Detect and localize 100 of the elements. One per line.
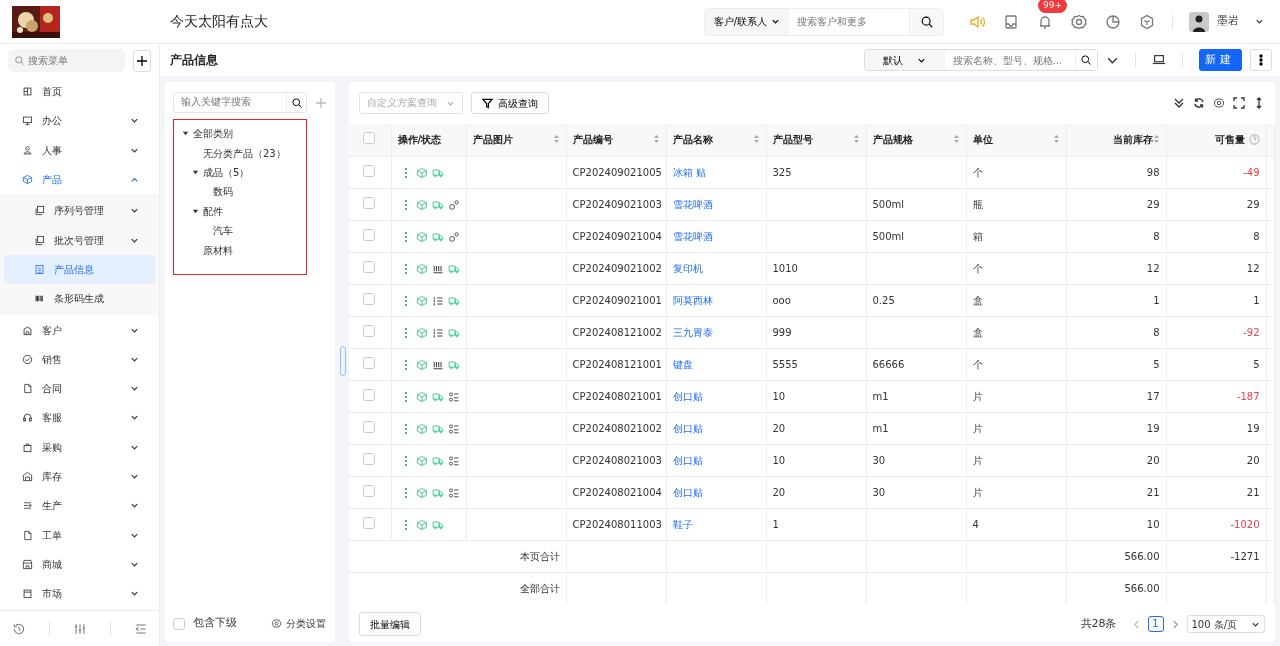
column-header[interactable]: 当前库存: [1066, 124, 1166, 156]
more-icon[interactable]: [403, 262, 408, 275]
menu-search-field[interactable]: 搜索菜单: [8, 49, 125, 72]
tree-node[interactable]: 数码: [174, 182, 306, 202]
menu-item[interactable]: 采购: [4, 432, 155, 462]
sort-icon[interactable]: [552, 134, 560, 145]
user-menu[interactable]: 墨岩: [1189, 11, 1264, 32]
product-link[interactable]: 创口贴: [672, 390, 703, 402]
row-checkbox[interactable]: [363, 196, 376, 209]
more-icon[interactable]: [403, 390, 408, 403]
menu-item[interactable]: 批次号管理: [4, 225, 155, 255]
sort-icon[interactable]: [852, 134, 860, 145]
sliders-icon[interactable]: [72, 621, 87, 636]
inbox-icon[interactable]: [1002, 12, 1020, 31]
prev-icon[interactable]: [1132, 619, 1140, 629]
product-link[interactable]: 雪花啤酒: [672, 198, 713, 210]
product-link[interactable]: 冰箱 贴: [672, 166, 706, 178]
menu-item[interactable]: 市场: [4, 579, 155, 609]
checkbox[interactable]: [173, 617, 185, 630]
menu-item[interactable]: 销售: [4, 344, 155, 374]
sort-icon[interactable]: [1052, 134, 1060, 145]
product-link[interactable]: 雪花啤酒: [672, 230, 713, 242]
hexagon-icon[interactable]: [1138, 12, 1156, 31]
row-checkbox[interactable]: [363, 420, 376, 433]
tree-node[interactable]: 成品（5）: [174, 162, 306, 183]
view-dropdown[interactable]: 默认: [864, 50, 945, 70]
settings-icon[interactable]: [1070, 12, 1088, 31]
help-icon[interactable]: [1248, 134, 1260, 146]
sort-icon[interactable]: [652, 134, 660, 145]
category-search-bar[interactable]: 输入关键字搜索: [173, 92, 308, 113]
add-button[interactable]: [133, 49, 151, 72]
menu-item[interactable]: 客服: [4, 403, 155, 433]
product-search-bar[interactable]: 默认 搜索名称、型号、规格...: [863, 49, 1098, 71]
more-icon[interactable]: [403, 326, 408, 339]
menu-item[interactable]: 条形码生成: [4, 284, 155, 314]
more-icon[interactable]: [403, 166, 408, 179]
column-header[interactable]: 可售量: [1166, 124, 1266, 156]
select-all-checkbox[interactable]: [363, 132, 376, 145]
column-header[interactable]: 操作/状态: [391, 124, 466, 156]
menu-item[interactable]: 产品: [4, 164, 155, 195]
page-button[interactable]: 1: [1147, 616, 1164, 632]
product-link[interactable]: 创口贴: [672, 454, 703, 466]
search-button[interactable]: [286, 93, 307, 112]
row-checkbox[interactable]: [363, 260, 376, 273]
next-icon[interactable]: [1171, 619, 1179, 629]
search-button[interactable]: [909, 8, 943, 35]
column-header[interactable]: 产品图片: [466, 124, 566, 156]
row-checkbox[interactable]: [363, 292, 376, 305]
laptop-icon[interactable]: [1151, 53, 1166, 67]
product-link[interactable]: 鞋子: [672, 518, 693, 530]
scope-dropdown[interactable]: 客户/联系人: [705, 8, 789, 35]
more-icon[interactable]: [403, 422, 408, 435]
batch-edit-button[interactable]: 批量编辑: [359, 612, 421, 636]
row-checkbox[interactable]: [363, 516, 376, 529]
search-bar[interactable]: 客户/联系人 搜索客户和更多: [704, 7, 944, 36]
product-link[interactable]: 创口贴: [672, 486, 703, 498]
row-checkbox[interactable]: [363, 164, 376, 177]
more-icon[interactable]: [403, 486, 408, 499]
column-header[interactable]: 产品编号: [566, 124, 666, 156]
pie-chart-icon[interactable]: [1104, 12, 1122, 31]
more-icon[interactable]: [403, 358, 408, 371]
tree-node[interactable]: 原材料: [174, 240, 306, 260]
menu-item[interactable]: 合同: [4, 373, 155, 404]
search-button[interactable]: [1074, 50, 1097, 70]
fullscreen-icon[interactable]: [1232, 97, 1245, 109]
history-icon[interactable]: [11, 621, 26, 636]
menu-item[interactable]: 商城: [4, 549, 155, 580]
category-settings-link[interactable]: 分类设置: [270, 615, 327, 632]
menu-item[interactable]: 序列号管理: [4, 196, 155, 226]
column-header[interactable]: 产品型号: [766, 124, 866, 156]
column-header[interactable]: 单位: [966, 124, 1066, 156]
more-icon[interactable]: [403, 454, 408, 467]
menu-item[interactable]: 产品信息: [4, 254, 155, 285]
menu-item[interactable]: 首页: [4, 77, 155, 107]
new-button[interactable]: 新建: [1198, 49, 1242, 71]
product-link[interactable]: 创口贴: [672, 422, 703, 434]
more-button[interactable]: [1249, 49, 1272, 71]
row-checkbox[interactable]: [363, 452, 376, 465]
collapse-handle[interactable]: [340, 346, 346, 376]
add-category-icon[interactable]: [315, 96, 327, 109]
menu-item[interactable]: 生产: [4, 491, 155, 521]
menu-item[interactable]: 办公: [4, 106, 155, 136]
row-checkbox[interactable]: [363, 356, 376, 369]
tree-node[interactable]: 配件: [174, 201, 306, 221]
menu-item[interactable]: 库存: [4, 461, 155, 492]
row-checkbox[interactable]: [363, 228, 376, 241]
product-link[interactable]: 三九胃泰: [672, 326, 713, 338]
more-icon[interactable]: [403, 294, 408, 307]
tree-node[interactable]: 无分类产品（23）: [174, 143, 306, 163]
column-header[interactable]: 产品名称: [666, 124, 766, 156]
settings-icon[interactable]: [1212, 97, 1225, 109]
menu-item[interactable]: 工单: [4, 520, 155, 550]
more-icon[interactable]: [403, 518, 408, 531]
tree-node[interactable]: 全部类别: [174, 124, 306, 144]
product-link[interactable]: 复印机: [672, 262, 703, 274]
row-checkbox[interactable]: [363, 484, 376, 497]
column-header[interactable]: 产品规格: [866, 124, 966, 156]
tree-node[interactable]: 汽车: [174, 220, 306, 241]
checkbox-label[interactable]: 包含下级: [193, 615, 237, 632]
sort-icon[interactable]: [752, 134, 760, 145]
